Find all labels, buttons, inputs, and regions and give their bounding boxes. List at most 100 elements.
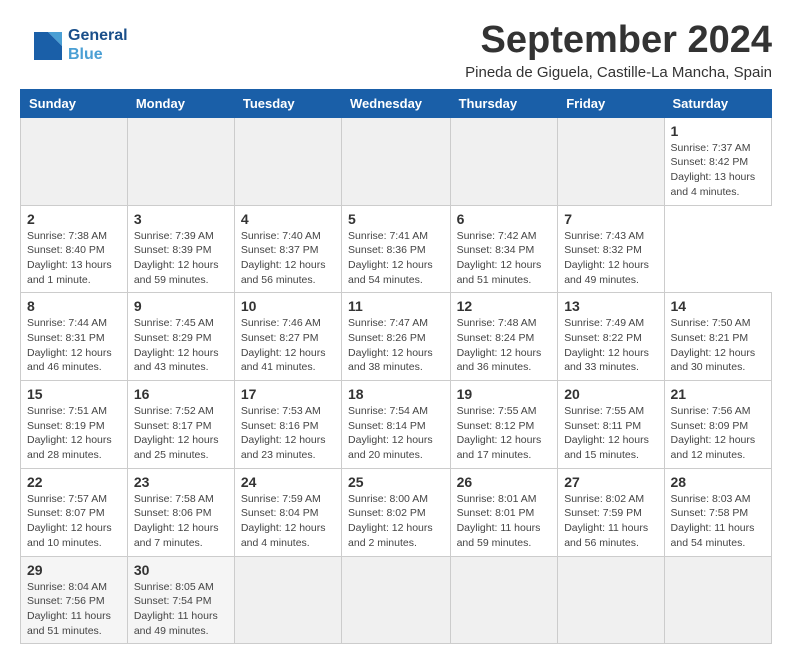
day-number: 27 [564,474,657,490]
day-number: 6 [457,211,552,227]
calendar-cell: 24 Sunrise: 7:59 AM Sunset: 8:04 PM Dayl… [234,468,341,556]
header-friday: Friday [558,89,664,117]
calendar-week-row: 1 Sunrise: 7:37 AM Sunset: 8:42 PM Dayli… [21,117,772,205]
calendar-cell: 21 Sunrise: 7:56 AM Sunset: 8:09 PM Dayl… [664,381,771,469]
day-number: 13 [564,298,657,314]
day-info: Sunrise: 7:39 AM Sunset: 8:39 PM Dayligh… [134,229,228,288]
month-title: September 2024 [465,20,772,62]
calendar-cell: 7 Sunrise: 7:43 AM Sunset: 8:32 PM Dayli… [558,205,664,293]
day-number: 26 [457,474,552,490]
day-number: 14 [671,298,765,314]
day-number: 22 [27,474,121,490]
calendar-cell: 4 Sunrise: 7:40 AM Sunset: 8:37 PM Dayli… [234,205,341,293]
calendar-week-row: 22 Sunrise: 7:57 AM Sunset: 8:07 PM Dayl… [21,468,772,556]
calendar-header-row: Sunday Monday Tuesday Wednesday Thursday… [21,89,772,117]
day-number: 4 [241,211,335,227]
day-number: 9 [134,298,228,314]
header-wednesday: Wednesday [342,89,451,117]
day-info: Sunrise: 7:40 AM Sunset: 8:37 PM Dayligh… [241,229,335,288]
calendar-week-row: 15 Sunrise: 7:51 AM Sunset: 8:19 PM Dayl… [21,381,772,469]
day-number: 5 [348,211,444,227]
day-number: 15 [27,386,121,402]
calendar-cell: 26 Sunrise: 8:01 AM Sunset: 8:01 PM Dayl… [450,468,558,556]
day-info: Sunrise: 7:58 AM Sunset: 8:06 PM Dayligh… [134,492,228,551]
header-saturday: Saturday [664,89,771,117]
day-info: Sunrise: 7:50 AM Sunset: 8:21 PM Dayligh… [671,316,765,375]
day-info: Sunrise: 7:37 AM Sunset: 8:42 PM Dayligh… [671,141,765,200]
header-tuesday: Tuesday [234,89,341,117]
calendar-cell: 5 Sunrise: 7:41 AM Sunset: 8:36 PM Dayli… [342,205,451,293]
day-info: Sunrise: 7:47 AM Sunset: 8:26 PM Dayligh… [348,316,444,375]
day-number: 7 [564,211,657,227]
logo: General Blue [20,24,128,66]
calendar-cell: 30 Sunrise: 8:05 AM Sunset: 7:54 PM Dayl… [127,556,234,644]
day-info: Sunrise: 7:49 AM Sunset: 8:22 PM Dayligh… [564,316,657,375]
day-info: Sunrise: 7:55 AM Sunset: 8:11 PM Dayligh… [564,404,657,463]
calendar-cell: 8 Sunrise: 7:44 AM Sunset: 8:31 PM Dayli… [21,293,128,381]
calendar-cell: 20 Sunrise: 7:55 AM Sunset: 8:11 PM Dayl… [558,381,664,469]
day-info: Sunrise: 8:02 AM Sunset: 7:59 PM Dayligh… [564,492,657,551]
day-number: 28 [671,474,765,490]
day-info: Sunrise: 7:56 AM Sunset: 8:09 PM Dayligh… [671,404,765,463]
calendar-cell: 1 Sunrise: 7:37 AM Sunset: 8:42 PM Dayli… [664,117,771,205]
calendar-cell [234,556,341,644]
header-monday: Monday [127,89,234,117]
day-info: Sunrise: 7:53 AM Sunset: 8:16 PM Dayligh… [241,404,335,463]
day-info: Sunrise: 7:59 AM Sunset: 8:04 PM Dayligh… [241,492,335,551]
header-thursday: Thursday [450,89,558,117]
calendar-cell [234,117,341,205]
calendar-cell: 17 Sunrise: 7:53 AM Sunset: 8:16 PM Dayl… [234,381,341,469]
calendar-cell [450,556,558,644]
day-info: Sunrise: 7:41 AM Sunset: 8:36 PM Dayligh… [348,229,444,288]
day-number: 30 [134,562,228,578]
calendar-cell: 29 Sunrise: 8:04 AM Sunset: 7:56 PM Dayl… [21,556,128,644]
calendar-week-row: 8 Sunrise: 7:44 AM Sunset: 8:31 PM Dayli… [21,293,772,381]
day-info: Sunrise: 7:48 AM Sunset: 8:24 PM Dayligh… [457,316,552,375]
calendar-cell: 27 Sunrise: 8:02 AM Sunset: 7:59 PM Dayl… [558,468,664,556]
calendar-cell [127,117,234,205]
calendar-cell: 9 Sunrise: 7:45 AM Sunset: 8:29 PM Dayli… [127,293,234,381]
calendar-cell: 22 Sunrise: 7:57 AM Sunset: 8:07 PM Dayl… [21,468,128,556]
day-number: 10 [241,298,335,314]
day-info: Sunrise: 7:52 AM Sunset: 8:17 PM Dayligh… [134,404,228,463]
day-number: 19 [457,386,552,402]
calendar-table: Sunday Monday Tuesday Wednesday Thursday… [20,89,772,645]
calendar-cell: 2 Sunrise: 7:38 AM Sunset: 8:40 PM Dayli… [21,205,128,293]
day-number: 2 [27,211,121,227]
day-info: Sunrise: 8:01 AM Sunset: 8:01 PM Dayligh… [457,492,552,551]
calendar-cell: 14 Sunrise: 7:50 AM Sunset: 8:21 PM Dayl… [664,293,771,381]
day-number: 8 [27,298,121,314]
day-number: 11 [348,298,444,314]
calendar-cell: 16 Sunrise: 7:52 AM Sunset: 8:17 PM Dayl… [127,381,234,469]
calendar-cell: 13 Sunrise: 7:49 AM Sunset: 8:22 PM Dayl… [558,293,664,381]
day-number: 18 [348,386,444,402]
day-info: Sunrise: 7:43 AM Sunset: 8:32 PM Dayligh… [564,229,657,288]
day-number: 24 [241,474,335,490]
day-number: 3 [134,211,228,227]
day-info: Sunrise: 8:05 AM Sunset: 7:54 PM Dayligh… [134,580,228,639]
calendar-week-row: 29 Sunrise: 8:04 AM Sunset: 7:56 PM Dayl… [21,556,772,644]
calendar-cell [664,556,771,644]
day-number: 29 [27,562,121,578]
calendar-cell [558,117,664,205]
calendar-cell: 11 Sunrise: 7:47 AM Sunset: 8:26 PM Dayl… [342,293,451,381]
logo-icon [20,24,62,66]
calendar-cell [558,556,664,644]
day-info: Sunrise: 8:03 AM Sunset: 7:58 PM Dayligh… [671,492,765,551]
calendar-cell: 12 Sunrise: 7:48 AM Sunset: 8:24 PM Dayl… [450,293,558,381]
calendar-cell [342,556,451,644]
calendar-cell: 19 Sunrise: 7:55 AM Sunset: 8:12 PM Dayl… [450,381,558,469]
day-number: 16 [134,386,228,402]
day-info: Sunrise: 7:54 AM Sunset: 8:14 PM Dayligh… [348,404,444,463]
calendar-cell: 15 Sunrise: 7:51 AM Sunset: 8:19 PM Dayl… [21,381,128,469]
calendar-cell: 25 Sunrise: 8:00 AM Sunset: 8:02 PM Dayl… [342,468,451,556]
day-info: Sunrise: 7:57 AM Sunset: 8:07 PM Dayligh… [27,492,121,551]
day-info: Sunrise: 7:51 AM Sunset: 8:19 PM Dayligh… [27,404,121,463]
calendar-cell [450,117,558,205]
logo-line2: Blue [68,45,128,64]
calendar-cell: 3 Sunrise: 7:39 AM Sunset: 8:39 PM Dayli… [127,205,234,293]
day-number: 21 [671,386,765,402]
calendar-cell [21,117,128,205]
day-info: Sunrise: 8:00 AM Sunset: 8:02 PM Dayligh… [348,492,444,551]
day-number: 23 [134,474,228,490]
